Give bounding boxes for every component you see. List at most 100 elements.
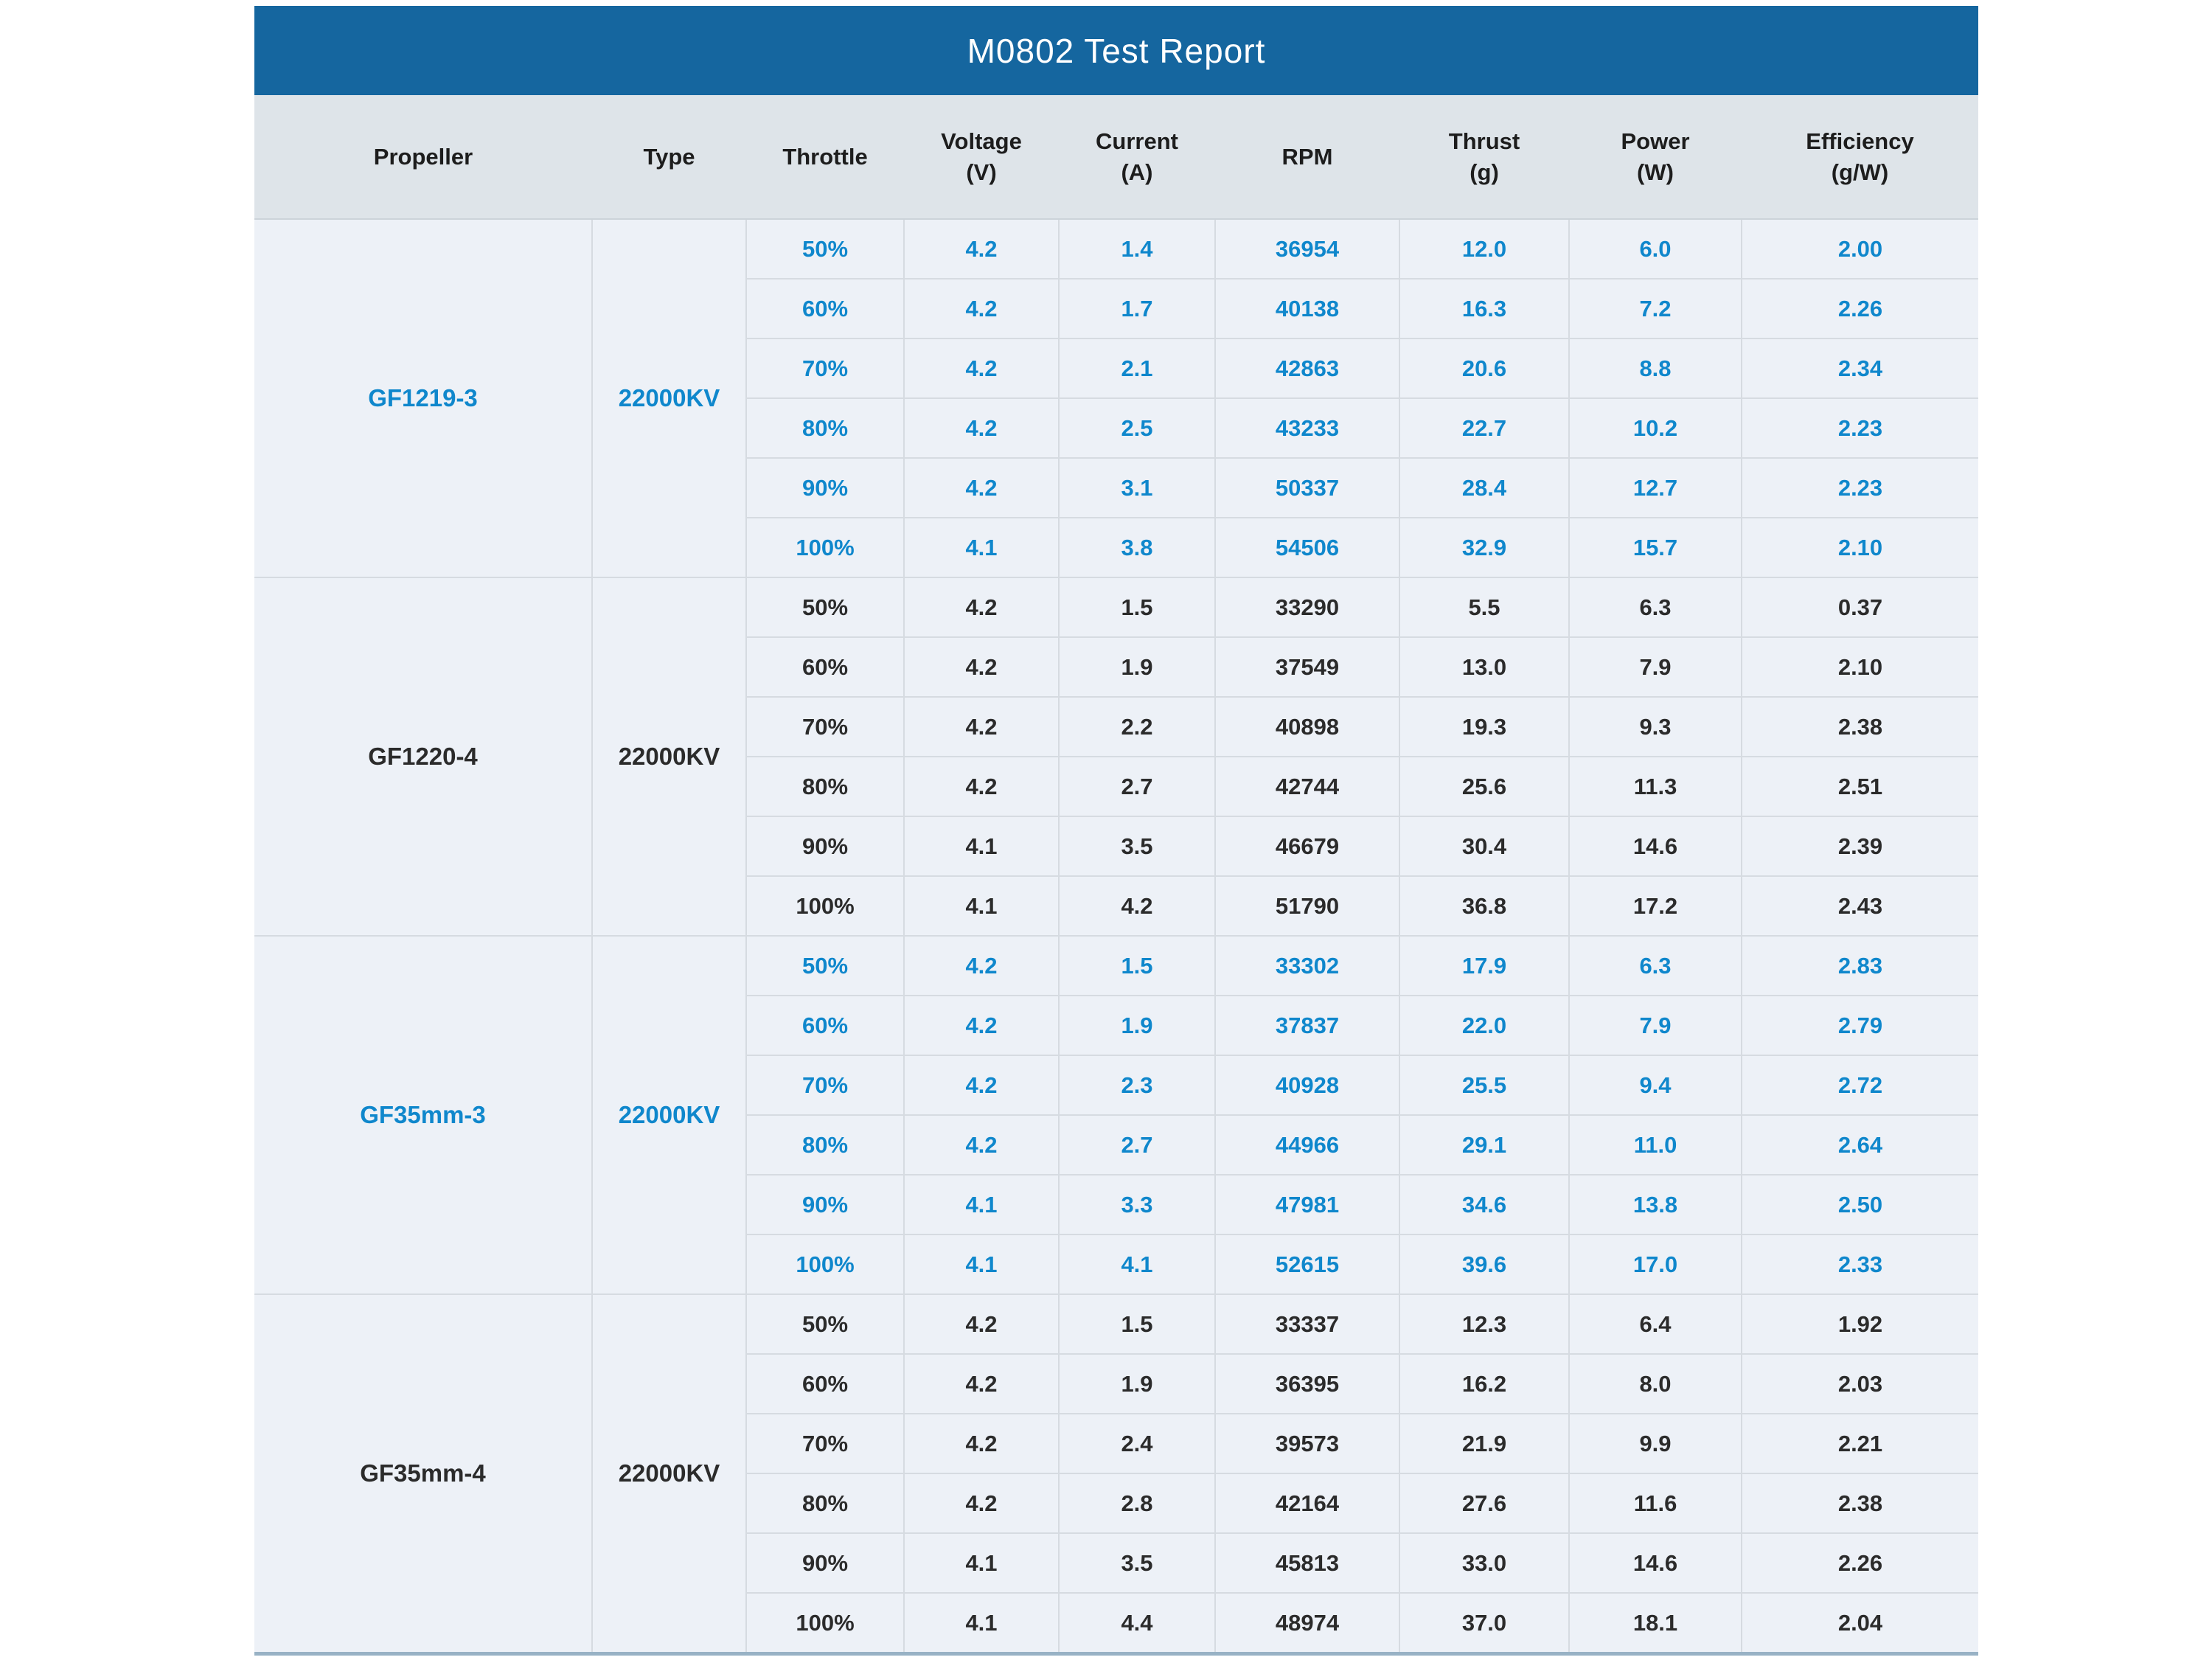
voltage-cell: 4.2 xyxy=(904,1414,1059,1473)
voltage-cell: 4.1 xyxy=(904,1175,1059,1234)
thrust-cell: 27.6 xyxy=(1399,1473,1569,1533)
thrust-cell: 16.2 xyxy=(1399,1354,1569,1414)
table-row: GF1219-322000KV50%4.21.43695412.06.02.00 xyxy=(254,219,1978,279)
throttle-cell: 70% xyxy=(746,1414,904,1473)
column-header-efficiency: Efficiency (g/W) xyxy=(1742,95,1978,219)
power-cell: 11.6 xyxy=(1569,1473,1742,1533)
thrust-cell: 12.3 xyxy=(1399,1294,1569,1354)
current-cell: 2.7 xyxy=(1059,757,1215,816)
thrust-cell: 12.0 xyxy=(1399,219,1569,279)
type-cell: 22000KV xyxy=(592,219,746,577)
throttle-cell: 70% xyxy=(746,338,904,398)
voltage-cell: 4.2 xyxy=(904,279,1059,338)
voltage-cell: 4.1 xyxy=(904,876,1059,936)
type-cell: 22000KV xyxy=(592,936,746,1294)
efficiency-cell: 2.21 xyxy=(1742,1414,1978,1473)
voltage-cell: 4.1 xyxy=(904,1533,1059,1593)
power-cell: 7.9 xyxy=(1569,637,1742,697)
thrust-cell: 25.5 xyxy=(1399,1055,1569,1115)
current-cell: 1.4 xyxy=(1059,219,1215,279)
current-cell: 3.5 xyxy=(1059,1533,1215,1593)
voltage-cell: 4.2 xyxy=(904,697,1059,757)
thrust-cell: 36.8 xyxy=(1399,876,1569,936)
thrust-cell: 29.1 xyxy=(1399,1115,1569,1175)
throttle-cell: 70% xyxy=(746,697,904,757)
efficiency-cell: 2.23 xyxy=(1742,398,1978,458)
rpm-cell: 51790 xyxy=(1215,876,1399,936)
throttle-cell: 100% xyxy=(746,1593,904,1652)
current-cell: 4.1 xyxy=(1059,1234,1215,1294)
table-row: GF35mm-422000KV50%4.21.53333712.36.41.92 xyxy=(254,1294,1978,1354)
throttle-cell: 50% xyxy=(746,577,904,637)
bottom-rule xyxy=(254,1652,1978,1656)
power-cell: 11.0 xyxy=(1569,1115,1742,1175)
rpm-cell: 33302 xyxy=(1215,936,1399,996)
power-cell: 7.2 xyxy=(1569,279,1742,338)
voltage-cell: 4.2 xyxy=(904,996,1059,1055)
voltage-cell: 4.2 xyxy=(904,936,1059,996)
thrust-cell: 22.7 xyxy=(1399,398,1569,458)
report-title-bar: M0802 Test Report xyxy=(254,6,1978,95)
throttle-cell: 90% xyxy=(746,1533,904,1593)
power-cell: 9.3 xyxy=(1569,697,1742,757)
table-row: GF35mm-322000KV50%4.21.53330217.96.32.83 xyxy=(254,936,1978,996)
voltage-cell: 4.2 xyxy=(904,458,1059,518)
table-row: GF1220-422000KV50%4.21.5332905.56.30.37 xyxy=(254,577,1978,637)
thrust-cell: 32.9 xyxy=(1399,518,1569,577)
current-cell: 1.9 xyxy=(1059,637,1215,697)
rpm-cell: 42164 xyxy=(1215,1473,1399,1533)
rpm-cell: 39573 xyxy=(1215,1414,1399,1473)
power-cell: 10.2 xyxy=(1569,398,1742,458)
thrust-cell: 34.6 xyxy=(1399,1175,1569,1234)
efficiency-cell: 2.23 xyxy=(1742,458,1978,518)
efficiency-cell: 2.39 xyxy=(1742,816,1978,876)
power-cell: 13.8 xyxy=(1569,1175,1742,1234)
column-header-propeller: Propeller xyxy=(254,95,592,219)
power-cell: 17.0 xyxy=(1569,1234,1742,1294)
power-cell: 6.4 xyxy=(1569,1294,1742,1354)
power-cell: 8.8 xyxy=(1569,338,1742,398)
throttle-cell: 90% xyxy=(746,816,904,876)
rpm-cell: 40898 xyxy=(1215,697,1399,757)
thrust-cell: 22.0 xyxy=(1399,996,1569,1055)
efficiency-cell: 2.34 xyxy=(1742,338,1978,398)
current-cell: 2.8 xyxy=(1059,1473,1215,1533)
throttle-cell: 100% xyxy=(746,1234,904,1294)
power-cell: 17.2 xyxy=(1569,876,1742,936)
current-cell: 2.5 xyxy=(1059,398,1215,458)
type-cell: 22000KV xyxy=(592,1294,746,1652)
efficiency-cell: 2.00 xyxy=(1742,219,1978,279)
rpm-cell: 47981 xyxy=(1215,1175,1399,1234)
power-cell: 12.7 xyxy=(1569,458,1742,518)
header-row: Propeller Type Throttle Voltage (V) xyxy=(254,95,1978,219)
voltage-cell: 4.1 xyxy=(904,1234,1059,1294)
current-cell: 3.1 xyxy=(1059,458,1215,518)
efficiency-cell: 2.03 xyxy=(1742,1354,1978,1414)
current-cell: 3.5 xyxy=(1059,816,1215,876)
current-cell: 2.4 xyxy=(1059,1414,1215,1473)
rpm-cell: 46679 xyxy=(1215,816,1399,876)
efficiency-cell: 0.37 xyxy=(1742,577,1978,637)
current-cell: 2.7 xyxy=(1059,1115,1215,1175)
current-cell: 2.2 xyxy=(1059,697,1215,757)
throttle-cell: 70% xyxy=(746,1055,904,1115)
throttle-cell: 90% xyxy=(746,1175,904,1234)
column-header-type: Type xyxy=(592,95,746,219)
current-cell: 2.1 xyxy=(1059,338,1215,398)
throttle-cell: 90% xyxy=(746,458,904,518)
voltage-cell: 4.1 xyxy=(904,518,1059,577)
thrust-cell: 39.6 xyxy=(1399,1234,1569,1294)
efficiency-cell: 2.33 xyxy=(1742,1234,1978,1294)
voltage-cell: 4.2 xyxy=(904,219,1059,279)
voltage-cell: 4.2 xyxy=(904,1055,1059,1115)
current-cell: 1.9 xyxy=(1059,996,1215,1055)
voltage-cell: 4.2 xyxy=(904,398,1059,458)
rpm-cell: 40138 xyxy=(1215,279,1399,338)
power-cell: 6.0 xyxy=(1569,219,1742,279)
column-header-thrust: Thrust (g) xyxy=(1399,95,1569,219)
rpm-cell: 37549 xyxy=(1215,637,1399,697)
thrust-cell: 17.9 xyxy=(1399,936,1569,996)
throttle-cell: 100% xyxy=(746,876,904,936)
column-header-rpm: RPM xyxy=(1215,95,1399,219)
current-cell: 3.3 xyxy=(1059,1175,1215,1234)
